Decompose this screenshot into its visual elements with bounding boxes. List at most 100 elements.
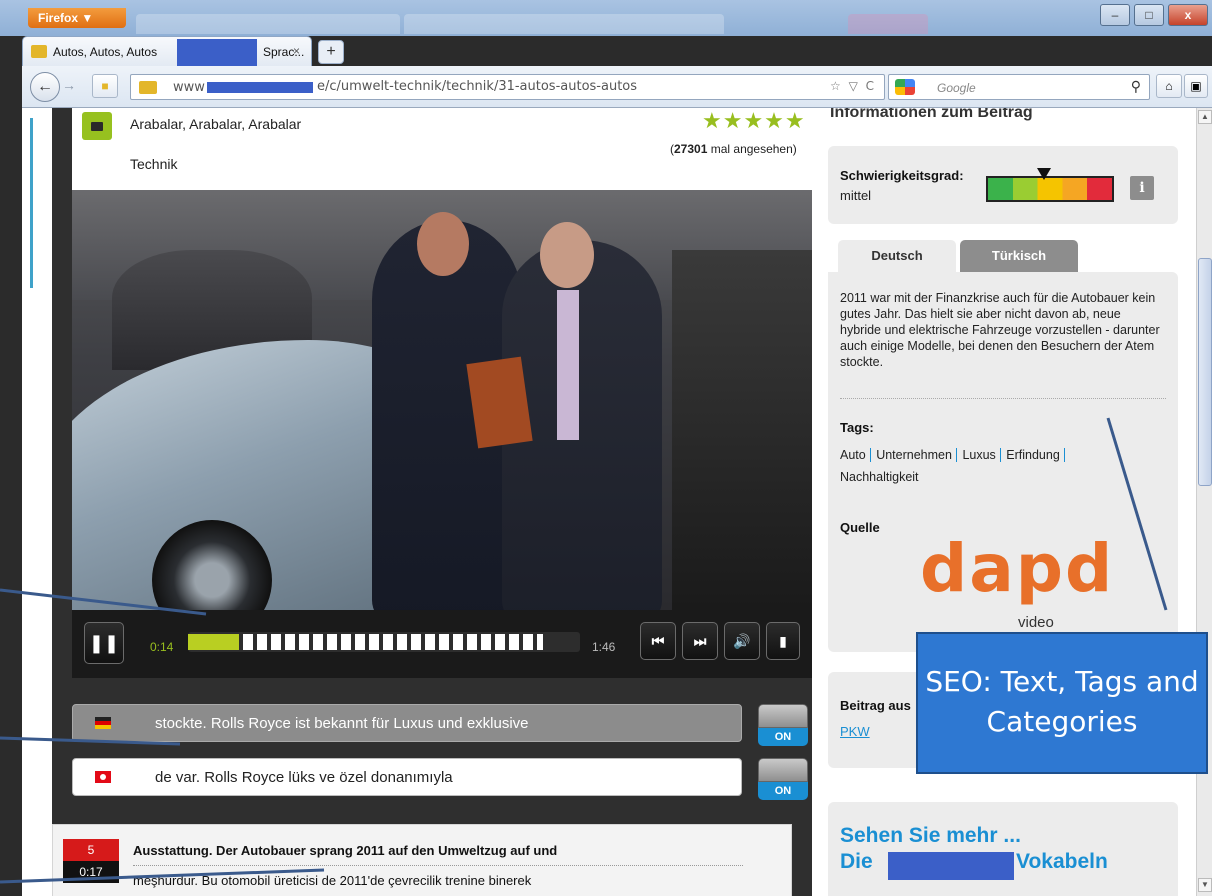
difficulty-marker-icon: [1036, 168, 1051, 180]
video-frame[interactable]: [72, 190, 812, 610]
previous-button[interactable]: ⏮: [640, 622, 676, 660]
firefox-menu-button[interactable]: Firefox ▼: [28, 8, 126, 28]
video-person-head: [540, 222, 594, 288]
seo-callout: SEO: Text, Tags and Categories: [916, 632, 1208, 774]
subtitle-turkish[interactable]: de var. Rolls Royce lüks ve özel donanım…: [72, 758, 742, 796]
background-tab[interactable]: [404, 14, 724, 34]
apps-button[interactable]: ■: [92, 74, 118, 98]
description-text: 2011 war mit der Finanzkrise auch für di…: [840, 291, 1160, 369]
toggle-turkish-subtitles[interactable]: ON: [758, 758, 808, 800]
progress-played: [188, 634, 239, 650]
difficulty-label: Schwierigkeitsgrad:: [840, 168, 964, 183]
tag-link[interactable]: Luxus: [962, 448, 1001, 462]
toggle-on-label: ON: [758, 728, 808, 746]
next-button[interactable]: ⏭: [682, 622, 718, 660]
arrow-right-icon: →: [62, 77, 76, 93]
tab-close-icon[interactable]: ×: [293, 44, 300, 58]
toggle-german-subtitles[interactable]: ON: [758, 704, 808, 746]
background-tab[interactable]: [848, 14, 928, 34]
divider: [840, 398, 1166, 399]
redaction-box: [888, 852, 1014, 880]
transcript-timestamp[interactable]: 0:17: [63, 861, 119, 883]
pause-button[interactable]: ❚❚: [84, 622, 124, 664]
difficulty-value: mittel: [840, 188, 872, 203]
view-count: (27301 mal angesehen): [670, 142, 797, 156]
google-icon: [895, 79, 915, 95]
search-icon[interactable]: ⚲: [1131, 78, 1141, 95]
progress-track[interactable]: [188, 632, 580, 652]
page-scrollbar[interactable]: ▲ ▼: [1196, 108, 1212, 896]
site-identity-icon: [139, 81, 157, 94]
pause-icon: ❚❚: [88, 633, 120, 653]
forward-button[interactable]: →: [62, 77, 76, 93]
navigation-toolbar: ← → ■ www e/c/umwelt-technik/technik/31-…: [22, 66, 1212, 108]
tab-tuerkisch[interactable]: Türkisch: [960, 240, 1078, 272]
category-heading: Beitrag aus: [840, 698, 911, 713]
more-heading-end[interactable]: Vokabeln: [1016, 850, 1108, 874]
more-heading[interactable]: Sehen Sie mehr ...: [840, 824, 1021, 848]
arrow-left-icon: ←: [37, 78, 53, 95]
sidebar: Informationen zum Beitrag Schwierigkeits…: [814, 108, 1184, 896]
transcript-line-number: 5: [63, 839, 119, 861]
subtitle-turkish-text: de var. Rolls Royce lüks ve özel donanım…: [155, 769, 453, 786]
search-placeholder: Google: [937, 81, 976, 95]
address-bar[interactable]: www e/c/umwelt-technik/technik/31-autos-…: [130, 74, 885, 100]
tag-link[interactable]: Nachhaltigkeit: [840, 470, 923, 484]
fullscreen-icon: ▮: [779, 633, 787, 649]
player-controls: ❚❚ 0:14 1:46 ⏮ ⏭ 🔊 ▮: [72, 610, 812, 678]
toggle-knob: [758, 758, 808, 782]
scroll-thumb[interactable]: [1198, 258, 1212, 486]
video-header: Arabalar, Arabalar, Arabalar Technik ★★★…: [72, 108, 812, 190]
transcript-turkish[interactable]: meşhurdur. Bu otomobil üreticisi de 2011…: [133, 873, 531, 888]
fullscreen-button[interactable]: ▮: [766, 622, 800, 660]
tab-bar: Autos, Autos, Autos Sprac... × +: [22, 36, 1212, 66]
bookmark-reload-icons[interactable]: ☆ ▽ C: [830, 79, 876, 93]
more-heading-start[interactable]: Die: [840, 850, 873, 874]
tag-list: Auto Unternehmen Luxus Erfindung Nachhal…: [840, 444, 1140, 488]
description-box: 2011 war mit der Finanzkrise auch für di…: [828, 272, 1178, 652]
video-person-shirt: [557, 290, 579, 440]
volume-button[interactable]: 🔊: [724, 622, 760, 660]
rating-stars[interactable]: ★★★★★: [702, 108, 806, 134]
scroll-down-icon[interactable]: ▼: [1198, 878, 1212, 892]
web-page: Arabalar, Arabalar, Arabalar Technik ★★★…: [22, 108, 1196, 896]
redaction-box: [207, 82, 313, 93]
tag-link[interactable]: Auto: [840, 448, 871, 462]
close-window-button[interactable]: x: [1168, 4, 1208, 26]
minimize-button[interactable]: –: [1100, 4, 1130, 26]
maximize-button[interactable]: □: [1134, 4, 1164, 26]
sidebar-heading: Informationen zum Beitrag: [830, 108, 1033, 121]
video-person-head: [417, 212, 469, 276]
more-box: Sehen Sie mehr ... Die Vokabeln: [828, 802, 1178, 896]
transcript-german[interactable]: Ausstattung. Der Autobauer sprang 2011 a…: [133, 843, 557, 858]
tab-active[interactable]: Autos, Autos, Autos Sprac... ×: [22, 36, 312, 66]
search-input[interactable]: Google ⚲: [888, 74, 1150, 100]
tags-heading: Tags:: [840, 420, 874, 435]
home-button[interactable]: ⌂: [1156, 74, 1182, 98]
view-count-suffix: mal angesehen: [710, 142, 793, 156]
grid-icon: ■: [101, 79, 109, 93]
back-button[interactable]: ←: [30, 72, 60, 102]
transcript-list: 5 0:17 Ausstattung. Der Autobauer sprang…: [52, 824, 792, 896]
difficulty-box: Schwierigkeitsgrad: mittel i: [828, 146, 1178, 224]
video-category[interactable]: Technik: [130, 156, 177, 172]
subtitle-german[interactable]: stockte. Rolls Royce ist bekannt für Lux…: [72, 704, 742, 742]
video-title: Arabalar, Arabalar, Arabalar: [130, 116, 302, 132]
toggle-knob: [758, 704, 808, 728]
url-prefix: www: [173, 80, 205, 95]
category-link[interactable]: PKW: [840, 724, 870, 739]
new-tab-button[interactable]: +: [318, 40, 344, 64]
scroll-up-icon[interactable]: ▲: [1198, 110, 1212, 124]
info-icon[interactable]: i: [1130, 176, 1154, 200]
window-titlebar: Firefox ▼ – □ x: [0, 0, 1212, 36]
turkish-flag-icon: [95, 771, 111, 783]
bookmarks-button[interactable]: ▣: [1184, 74, 1208, 98]
tag-link[interactable]: Erfindung: [1006, 448, 1065, 462]
toggle-on-label: ON: [758, 782, 808, 800]
background-tab[interactable]: [136, 14, 400, 34]
view-count-number: 27301: [674, 142, 708, 156]
tab-deutsch[interactable]: Deutsch: [838, 240, 956, 272]
tag-link[interactable]: Unternehmen: [876, 448, 957, 462]
home-icon: ⌂: [1165, 79, 1173, 93]
page-left-gutter: [22, 108, 52, 896]
